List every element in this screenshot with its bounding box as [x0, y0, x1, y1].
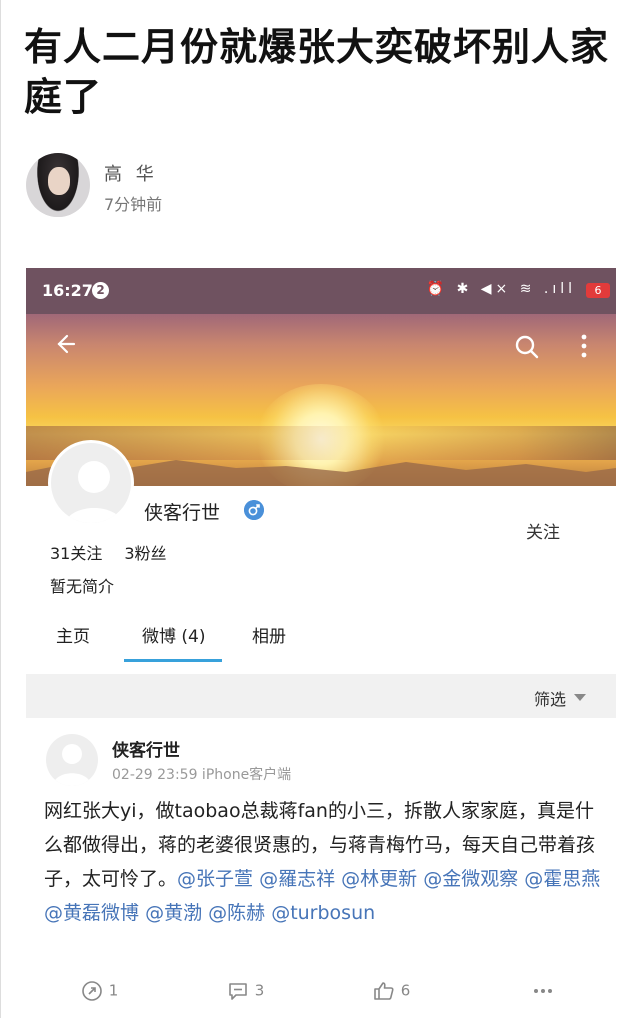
- thumbs-up-icon: [374, 982, 394, 1000]
- embedded-screenshot: 16:27 2 ⏰ ✱ ◀× ≋ .ıll 6 侠客行世 关注 31关注 3粉丝…: [26, 268, 616, 1018]
- more-horizontal-icon: [534, 989, 552, 993]
- like-button[interactable]: 6: [372, 979, 410, 1003]
- search-icon[interactable]: [514, 334, 540, 360]
- mention-link[interactable]: @黄渤: [145, 902, 202, 924]
- following-count[interactable]: 31关注: [50, 544, 102, 563]
- mention-link[interactable]: @金微观察: [423, 868, 518, 890]
- default-avatar-icon: [53, 744, 91, 786]
- weibo-post: 侠客行世 02-29 23:59 iPhone客户端 网红张大yi，做taoba…: [26, 718, 616, 1018]
- notification-badge: 2: [92, 282, 109, 299]
- mention-link[interactable]: @黄磊微博: [44, 902, 139, 924]
- default-avatar-icon: [64, 461, 124, 523]
- profile-name: 侠客行世: [144, 502, 221, 524]
- mention-link[interactable]: @陈赫: [208, 902, 265, 924]
- filter-button[interactable]: 筛选: [534, 686, 566, 710]
- status-time: 16:27: [42, 281, 93, 300]
- comment-icon: [229, 983, 247, 1000]
- active-tab-indicator: [124, 659, 222, 662]
- mention-link[interactable]: @霍思燕: [524, 868, 600, 890]
- post-actions: 1 3 6: [26, 973, 616, 1013]
- tab-album[interactable]: 相册: [252, 622, 286, 647]
- tab-weibo[interactable]: 微博 (4): [142, 622, 205, 647]
- post-meta: 02-29 23:59 iPhone客户端: [112, 767, 292, 783]
- followers-count[interactable]: 3粉丝: [124, 544, 166, 563]
- profile-bio: 暂无简介: [50, 577, 115, 596]
- back-arrow-icon[interactable]: [52, 332, 76, 356]
- mention-link[interactable]: @turbosun: [271, 902, 375, 924]
- mention-link[interactable]: @羅志祥: [259, 868, 335, 890]
- follow-button[interactable]: 关注: [526, 518, 560, 543]
- comment-button[interactable]: 3: [226, 979, 264, 1003]
- like-count: 6: [400, 981, 411, 1000]
- repost-count: 1: [108, 981, 119, 1000]
- profile-stats: 31关注 3粉丝: [50, 540, 189, 564]
- male-gender-icon: [244, 500, 264, 520]
- profile-avatar[interactable]: [48, 440, 134, 526]
- status-bar: 16:27 2 ⏰ ✱ ◀× ≋ .ıll 6: [26, 268, 616, 314]
- article-title: 有人二月份就爆张大奕破坏别人家庭了: [24, 25, 610, 119]
- more-options-button[interactable]: [531, 979, 555, 1003]
- battery-icon: 6: [586, 283, 610, 298]
- post-text: 网红张大yi，做taobao总裁蒋fan的小三，拆散人家家庭，真是什么都做得出，…: [44, 794, 604, 930]
- post-time: 7分钟前: [104, 195, 163, 214]
- more-vertical-icon[interactable]: [579, 332, 589, 360]
- repost-button[interactable]: 1: [80, 979, 118, 1003]
- mention-link[interactable]: @林更新: [341, 868, 417, 890]
- avatar-face: [48, 167, 70, 195]
- post-avatar[interactable]: [46, 734, 98, 786]
- comment-count: 3: [254, 981, 265, 1000]
- repost-icon: [82, 981, 102, 1001]
- tab-home[interactable]: 主页: [56, 622, 90, 647]
- filter-bar: 筛选: [26, 674, 616, 718]
- status-icons: ⏰ ✱ ◀× ≋ .ıll: [426, 281, 576, 297]
- post-author[interactable]: 侠客行世: [112, 736, 180, 761]
- page-left-rule: [0, 0, 1, 1018]
- profile-tabs: 主页 微博 (4) 相册: [26, 614, 616, 664]
- mention-link[interactable]: @张子萱: [177, 868, 253, 890]
- author-avatar[interactable]: [26, 153, 90, 217]
- author-name[interactable]: 高 华: [104, 160, 158, 186]
- chevron-down-icon[interactable]: [574, 694, 586, 701]
